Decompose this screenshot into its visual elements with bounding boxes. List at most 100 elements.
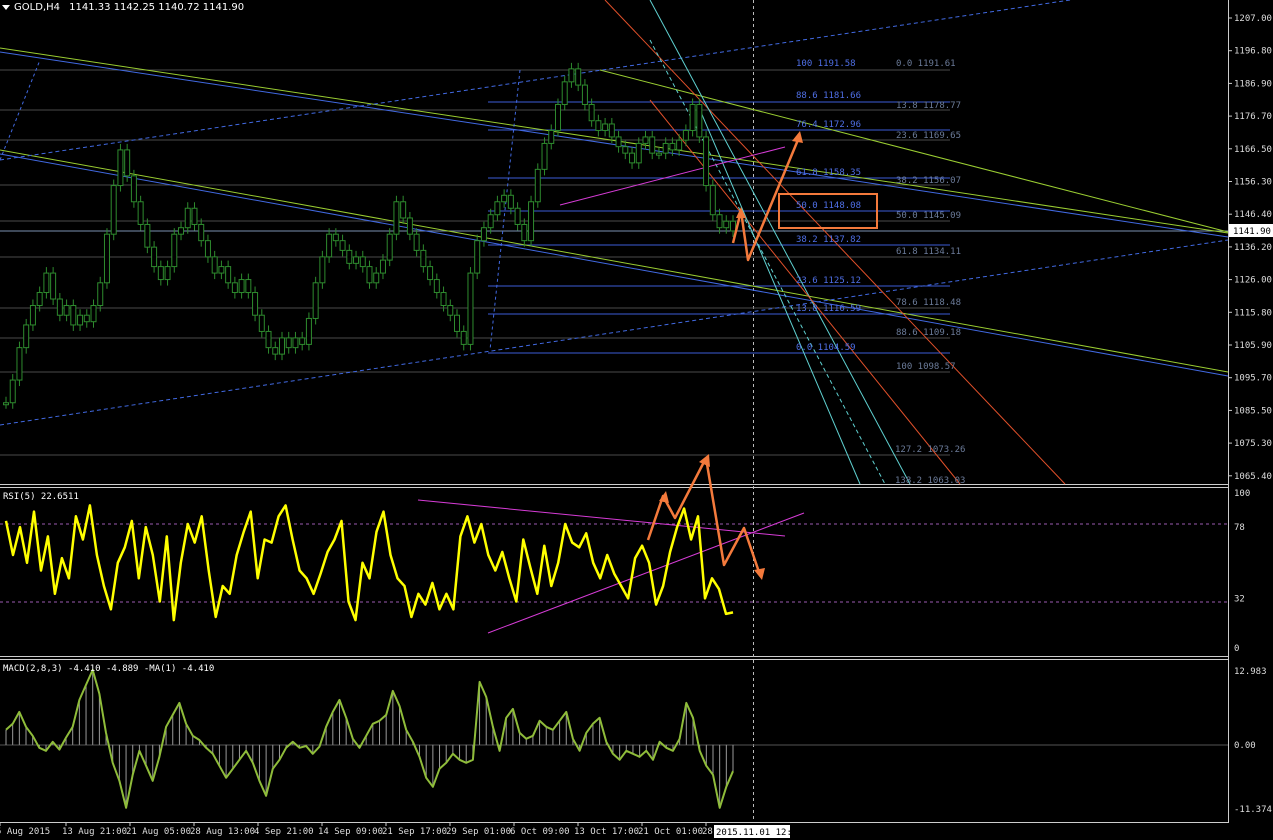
price-label: 1085.50 xyxy=(1234,406,1272,416)
price-label: 1196.80 xyxy=(1234,47,1272,57)
price-label: 1207.00 xyxy=(1234,14,1272,24)
price-candle xyxy=(77,314,84,326)
price-candle xyxy=(157,266,164,281)
price-candle xyxy=(191,207,198,225)
macd-title: MACD(2,8,3) -4.410 -4.889 -MA(1) -4.410 xyxy=(3,664,214,674)
fibo-left-label: 61.8 1158.35 xyxy=(796,168,861,178)
price-candle xyxy=(265,330,272,349)
price-axis: 1207.00 1196.80 1186.90 1176.70 1166.50 1156.… xyxy=(1228,14,1272,482)
price-candle xyxy=(467,272,474,345)
fibo-right-label: 138.2 1063.03 xyxy=(895,476,965,486)
price-label: 1156.30 xyxy=(1234,178,1272,188)
fibo-right-label: 13.8 1178.77 xyxy=(896,101,961,111)
time-label: 14 Sep 09:00 xyxy=(318,827,383,837)
fibo-right-label: 88.6 1109.18 xyxy=(896,328,961,338)
price-candle xyxy=(43,272,50,294)
price-candle xyxy=(427,266,434,281)
price-candle xyxy=(366,266,373,284)
time-label: 28 xyxy=(702,827,713,837)
fibo-left-label: 23.6 1125.12 xyxy=(796,276,861,286)
fibo-left-label: 50.0 1148.08 xyxy=(796,201,861,211)
price-candle xyxy=(225,266,232,284)
price-candle xyxy=(406,217,413,235)
fibo-right-label: 61.8 1134.11 xyxy=(896,247,961,257)
price-candle xyxy=(198,223,205,242)
price-candle xyxy=(528,201,535,242)
price-candle xyxy=(130,175,137,203)
price-candle xyxy=(480,227,487,242)
price-candle xyxy=(460,330,467,345)
price-candle xyxy=(137,201,144,225)
time-label: 21 Sep 17:00 xyxy=(382,827,447,837)
price-candle xyxy=(629,152,636,164)
price-candle xyxy=(400,201,407,219)
time-label: 6 Oct 09:00 xyxy=(510,827,570,837)
ohlc-open: 1141.33 xyxy=(69,2,111,13)
price-candle xyxy=(730,220,736,232)
symbol-label: GOLD,H4 xyxy=(14,2,60,13)
price-label: 1105.90 xyxy=(1234,341,1272,351)
price-candle xyxy=(29,304,36,326)
price-candle xyxy=(164,266,171,281)
fibo-right-label: 78.6 1118.48 xyxy=(896,298,961,308)
price-candle xyxy=(231,282,238,294)
price-label: 1166.50 xyxy=(1234,145,1272,155)
ohlc-high: 1142.25 xyxy=(113,2,156,13)
price-candle xyxy=(272,347,279,355)
price-candle xyxy=(447,304,454,316)
price-candle xyxy=(379,259,386,274)
price-candle xyxy=(218,266,225,274)
price-candle xyxy=(420,249,427,268)
price-candle xyxy=(359,256,366,268)
price-label: 1075.30 xyxy=(1234,439,1272,449)
price-candle xyxy=(723,220,730,229)
price-candle xyxy=(413,233,420,251)
price-candle xyxy=(312,282,319,319)
price-candle xyxy=(602,123,609,131)
ohlc-close: 1141.90 xyxy=(202,2,245,13)
price-candle xyxy=(487,214,494,229)
price-candle xyxy=(238,279,245,294)
price-candle xyxy=(36,292,43,306)
price-candle xyxy=(56,298,63,316)
price-candle xyxy=(662,142,669,154)
price-candle xyxy=(346,249,353,264)
chevron-down-icon[interactable] xyxy=(2,4,10,10)
price-candle xyxy=(151,246,158,268)
fibo-right-label: 0.0 1191.61 xyxy=(896,59,956,69)
price-candle xyxy=(655,152,662,156)
rsi-level-label: 32 xyxy=(1234,594,1245,604)
fibo-right-label: 50.0 1145.09 xyxy=(896,211,961,221)
cursor-time-label: 2015.11.01 12:00 xyxy=(716,828,803,838)
price-candle xyxy=(339,240,346,251)
price-candle xyxy=(23,324,30,349)
price-candle xyxy=(278,337,285,355)
price-candle xyxy=(171,233,178,268)
rsi-title: RSI(5) 22.6511 xyxy=(3,492,79,502)
price-candle xyxy=(258,314,265,332)
price-label: 1176.70 xyxy=(1234,112,1272,122)
price-candle xyxy=(534,168,541,203)
price-candle xyxy=(709,185,716,216)
price-candle xyxy=(649,136,656,154)
price-label: 1126.00 xyxy=(1234,276,1272,286)
price-label: 1115.80 xyxy=(1234,308,1272,318)
price-candle xyxy=(440,292,447,306)
fibo-left-label: 38.2 1137.82 xyxy=(796,235,861,245)
price-candle xyxy=(326,233,333,258)
ohlc-low: 1140.72 xyxy=(158,2,200,13)
rsi-level-label: 78 xyxy=(1234,523,1245,533)
price-candle xyxy=(178,227,185,235)
price-candle xyxy=(548,129,555,144)
fibo-left-label: 0.0 1104.59 xyxy=(796,343,856,353)
chart-header[interactable]: GOLD,H4 1141.33 1142.25 1140.72 1141.90 xyxy=(2,2,244,13)
price-candle xyxy=(9,379,16,404)
price-label: 1146.40 xyxy=(1234,210,1272,220)
rsi-level-label: 100 xyxy=(1234,489,1250,499)
price-candle xyxy=(696,104,703,138)
price-candle xyxy=(615,136,622,148)
chart-canvas: 100 1191.58 88.6 1181.66 76.4 1172.96 61.8 … xyxy=(0,0,1273,840)
time-label: 4 Sep 21:00 xyxy=(254,827,314,837)
time-label: 21 Oct 01:00 xyxy=(638,827,703,837)
price-candle xyxy=(622,146,629,154)
